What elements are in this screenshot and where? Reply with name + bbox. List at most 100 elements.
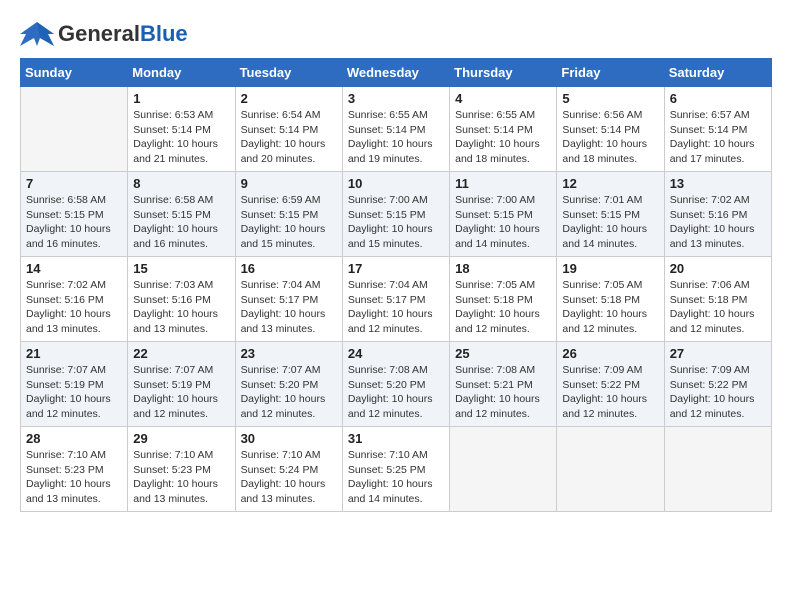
sunset-text: Sunset: 5:15 PM [241, 209, 319, 221]
day-number: 1 [133, 91, 229, 106]
calendar-day-cell: 2 Sunrise: 6:54 AM Sunset: 5:14 PM Dayli… [235, 87, 342, 172]
calendar-day-cell: 18 Sunrise: 7:05 AM Sunset: 5:18 PM Dayl… [450, 257, 557, 342]
day-number: 30 [241, 431, 337, 446]
day-number: 17 [348, 261, 444, 276]
calendar-day-cell: 23 Sunrise: 7:07 AM Sunset: 5:20 PM Dayl… [235, 342, 342, 427]
sunset-text: Sunset: 5:17 PM [241, 294, 319, 306]
day-info: Sunrise: 7:09 AM Sunset: 5:22 PM Dayligh… [562, 363, 658, 422]
calendar-day-cell: 30 Sunrise: 7:10 AM Sunset: 5:24 PM Dayl… [235, 427, 342, 512]
sunrise-text: Sunrise: 6:56 AM [562, 109, 642, 121]
day-number: 29 [133, 431, 229, 446]
calendar-day-cell: 7 Sunrise: 6:58 AM Sunset: 5:15 PM Dayli… [21, 172, 128, 257]
daylight-text: Daylight: 10 hours and 19 minutes. [348, 138, 433, 165]
calendar-table: SundayMondayTuesdayWednesdayThursdayFrid… [20, 58, 772, 512]
day-info: Sunrise: 7:00 AM Sunset: 5:15 PM Dayligh… [455, 193, 551, 252]
day-number: 8 [133, 176, 229, 191]
daylight-text: Daylight: 10 hours and 12 minutes. [562, 393, 647, 420]
day-info: Sunrise: 7:08 AM Sunset: 5:20 PM Dayligh… [348, 363, 444, 422]
day-info: Sunrise: 7:10 AM Sunset: 5:23 PM Dayligh… [133, 448, 229, 507]
daylight-text: Daylight: 10 hours and 13 minutes. [133, 478, 218, 505]
calendar-week-row: 14 Sunrise: 7:02 AM Sunset: 5:16 PM Dayl… [21, 257, 772, 342]
day-number: 12 [562, 176, 658, 191]
day-number: 14 [26, 261, 122, 276]
sunset-text: Sunset: 5:14 PM [133, 124, 211, 136]
daylight-text: Daylight: 10 hours and 16 minutes. [26, 223, 111, 250]
sunset-text: Sunset: 5:15 PM [562, 209, 640, 221]
logo-icon [20, 20, 54, 48]
day-info: Sunrise: 6:58 AM Sunset: 5:15 PM Dayligh… [26, 193, 122, 252]
sunrise-text: Sunrise: 6:55 AM [348, 109, 428, 121]
calendar-day-cell: 9 Sunrise: 6:59 AM Sunset: 5:15 PM Dayli… [235, 172, 342, 257]
daylight-text: Daylight: 10 hours and 12 minutes. [241, 393, 326, 420]
daylight-text: Daylight: 10 hours and 14 minutes. [562, 223, 647, 250]
sunrise-text: Sunrise: 7:08 AM [348, 364, 428, 376]
day-info: Sunrise: 6:58 AM Sunset: 5:15 PM Dayligh… [133, 193, 229, 252]
sunset-text: Sunset: 5:14 PM [241, 124, 319, 136]
day-info: Sunrise: 7:06 AM Sunset: 5:18 PM Dayligh… [670, 278, 766, 337]
day-number: 28 [26, 431, 122, 446]
daylight-text: Daylight: 10 hours and 14 minutes. [348, 478, 433, 505]
calendar-day-cell: 12 Sunrise: 7:01 AM Sunset: 5:15 PM Dayl… [557, 172, 664, 257]
sunset-text: Sunset: 5:14 PM [670, 124, 748, 136]
calendar-day-cell: 11 Sunrise: 7:00 AM Sunset: 5:15 PM Dayl… [450, 172, 557, 257]
day-number: 26 [562, 346, 658, 361]
calendar-day-cell: 15 Sunrise: 7:03 AM Sunset: 5:16 PM Dayl… [128, 257, 235, 342]
daylight-text: Daylight: 10 hours and 15 minutes. [348, 223, 433, 250]
day-info: Sunrise: 7:10 AM Sunset: 5:25 PM Dayligh… [348, 448, 444, 507]
sunset-text: Sunset: 5:15 PM [26, 209, 104, 221]
day-info: Sunrise: 7:07 AM Sunset: 5:19 PM Dayligh… [26, 363, 122, 422]
day-number: 31 [348, 431, 444, 446]
weekday-header-tuesday: Tuesday [235, 59, 342, 87]
sunrise-text: Sunrise: 7:09 AM [670, 364, 750, 376]
weekday-header-thursday: Thursday [450, 59, 557, 87]
sunset-text: Sunset: 5:16 PM [26, 294, 104, 306]
calendar-day-cell: 16 Sunrise: 7:04 AM Sunset: 5:17 PM Dayl… [235, 257, 342, 342]
calendar-day-cell [450, 427, 557, 512]
day-info: Sunrise: 7:10 AM Sunset: 5:23 PM Dayligh… [26, 448, 122, 507]
sunrise-text: Sunrise: 7:07 AM [241, 364, 321, 376]
calendar-header-row: SundayMondayTuesdayWednesdayThursdayFrid… [21, 59, 772, 87]
day-number: 3 [348, 91, 444, 106]
day-info: Sunrise: 6:57 AM Sunset: 5:14 PM Dayligh… [670, 108, 766, 167]
sunrise-text: Sunrise: 7:01 AM [562, 194, 642, 206]
daylight-text: Daylight: 10 hours and 12 minutes. [133, 393, 218, 420]
day-info: Sunrise: 6:55 AM Sunset: 5:14 PM Dayligh… [455, 108, 551, 167]
calendar-day-cell: 13 Sunrise: 7:02 AM Sunset: 5:16 PM Dayl… [664, 172, 771, 257]
sunrise-text: Sunrise: 7:10 AM [348, 449, 428, 461]
day-info: Sunrise: 6:54 AM Sunset: 5:14 PM Dayligh… [241, 108, 337, 167]
day-number: 25 [455, 346, 551, 361]
calendar-week-row: 7 Sunrise: 6:58 AM Sunset: 5:15 PM Dayli… [21, 172, 772, 257]
sunset-text: Sunset: 5:15 PM [133, 209, 211, 221]
calendar-day-cell: 27 Sunrise: 7:09 AM Sunset: 5:22 PM Dayl… [664, 342, 771, 427]
sunrise-text: Sunrise: 7:07 AM [133, 364, 213, 376]
day-info: Sunrise: 7:04 AM Sunset: 5:17 PM Dayligh… [241, 278, 337, 337]
daylight-text: Daylight: 10 hours and 12 minutes. [670, 308, 755, 335]
day-number: 4 [455, 91, 551, 106]
sunrise-text: Sunrise: 7:04 AM [241, 279, 321, 291]
calendar-week-row: 21 Sunrise: 7:07 AM Sunset: 5:19 PM Dayl… [21, 342, 772, 427]
sunset-text: Sunset: 5:16 PM [133, 294, 211, 306]
sunrise-text: Sunrise: 6:57 AM [670, 109, 750, 121]
daylight-text: Daylight: 10 hours and 12 minutes. [348, 393, 433, 420]
day-info: Sunrise: 7:09 AM Sunset: 5:22 PM Dayligh… [670, 363, 766, 422]
daylight-text: Daylight: 10 hours and 12 minutes. [26, 393, 111, 420]
day-number: 6 [670, 91, 766, 106]
sunrise-text: Sunrise: 7:00 AM [455, 194, 535, 206]
weekday-header-monday: Monday [128, 59, 235, 87]
calendar-day-cell: 28 Sunrise: 7:10 AM Sunset: 5:23 PM Dayl… [21, 427, 128, 512]
calendar-day-cell [664, 427, 771, 512]
day-number: 16 [241, 261, 337, 276]
sunset-text: Sunset: 5:14 PM [455, 124, 533, 136]
calendar-day-cell: 22 Sunrise: 7:07 AM Sunset: 5:19 PM Dayl… [128, 342, 235, 427]
weekday-header-wednesday: Wednesday [342, 59, 449, 87]
calendar-day-cell: 14 Sunrise: 7:02 AM Sunset: 5:16 PM Dayl… [21, 257, 128, 342]
day-info: Sunrise: 7:02 AM Sunset: 5:16 PM Dayligh… [670, 193, 766, 252]
day-info: Sunrise: 7:04 AM Sunset: 5:17 PM Dayligh… [348, 278, 444, 337]
sunrise-text: Sunrise: 7:02 AM [26, 279, 106, 291]
sunset-text: Sunset: 5:22 PM [670, 379, 748, 391]
day-number: 27 [670, 346, 766, 361]
sunset-text: Sunset: 5:20 PM [241, 379, 319, 391]
daylight-text: Daylight: 10 hours and 13 minutes. [241, 478, 326, 505]
sunset-text: Sunset: 5:14 PM [348, 124, 426, 136]
sunset-text: Sunset: 5:18 PM [455, 294, 533, 306]
